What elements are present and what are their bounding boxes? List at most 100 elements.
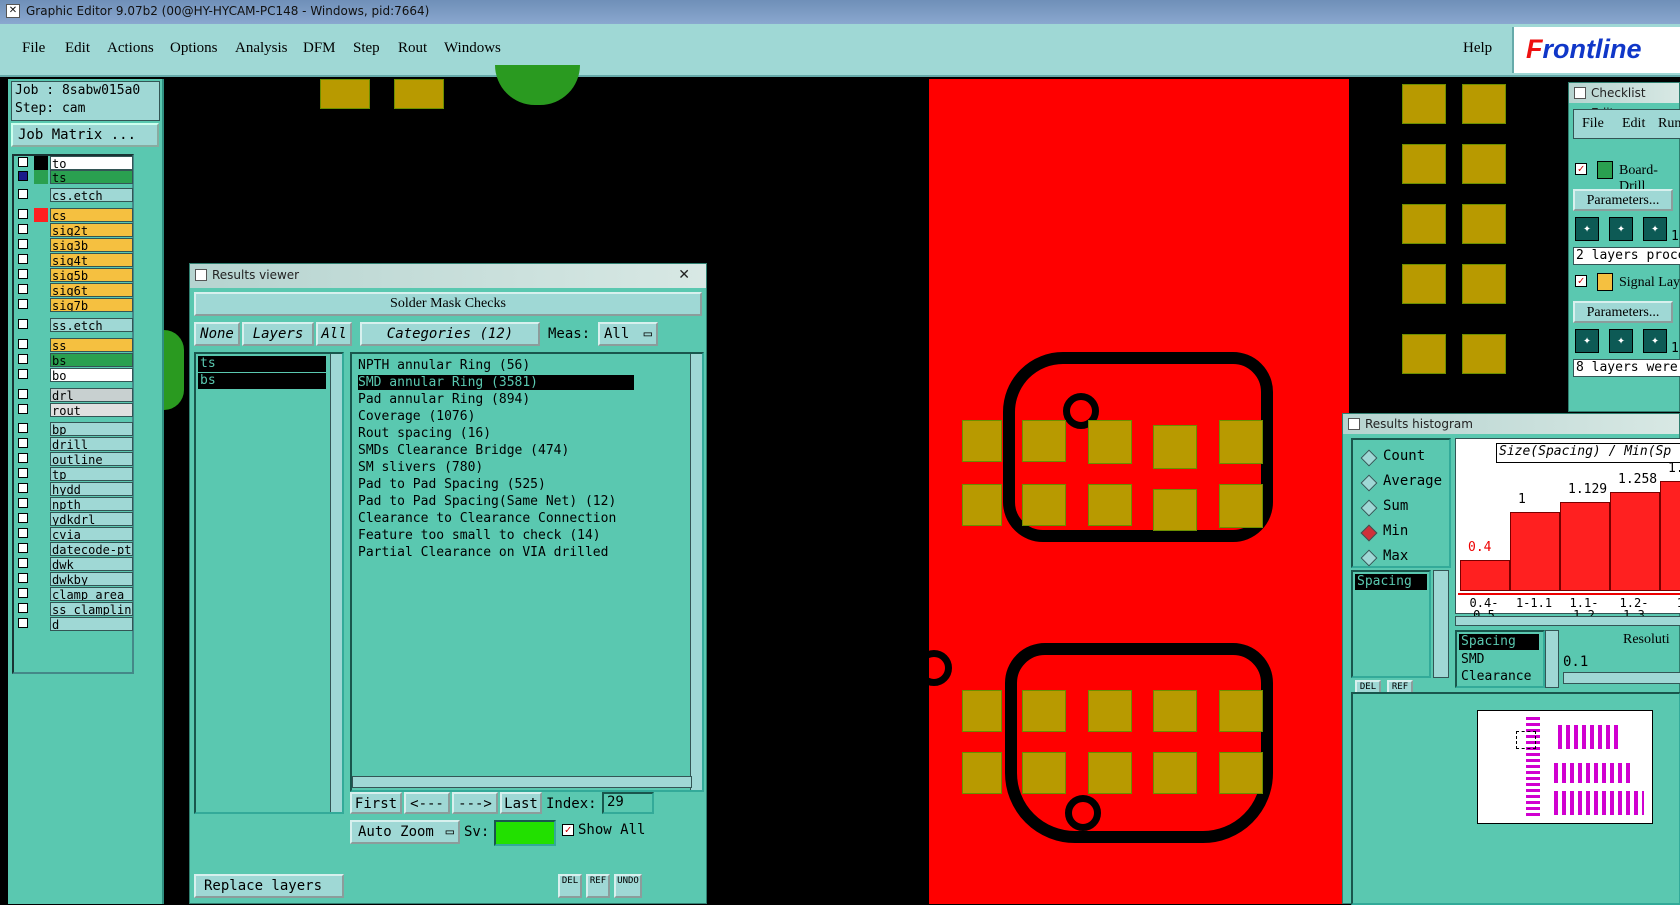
layer-checkbox[interactable]: [18, 354, 28, 364]
layer-name[interactable]: ss_clamplin: [50, 602, 133, 616]
list-item[interactable]: Spacing: [1355, 574, 1427, 590]
none-button[interactable]: None: [194, 322, 240, 346]
ref-button[interactable]: REF: [586, 874, 610, 898]
sv-color-dropdown[interactable]: [494, 820, 556, 846]
radio-min[interactable]: [1360, 524, 1378, 542]
category-item[interactable]: Pad annular Ring (894): [358, 392, 530, 407]
layer-checkbox[interactable]: [18, 189, 28, 199]
spacing-list[interactable]: Spacing: [1351, 570, 1431, 678]
layer-name[interactable]: rout: [50, 403, 133, 417]
menu-file[interactable]: File: [22, 40, 45, 57]
layer-name[interactable]: cvia: [50, 527, 133, 541]
layer-name[interactable]: sig4t: [50, 253, 133, 267]
category-item[interactable]: Feature too small to check (14): [358, 528, 601, 543]
layer-checkbox[interactable]: [18, 339, 28, 349]
menu-help[interactable]: Help: [1463, 40, 1492, 57]
layer-name[interactable]: ss: [50, 338, 133, 352]
layer-name[interactable]: ydkdrl: [50, 512, 133, 526]
close-icon[interactable]: ✕: [678, 264, 690, 287]
menu-options[interactable]: Options: [170, 40, 218, 57]
histogram-bar[interactable]: [1610, 492, 1660, 591]
histogram-titlebar[interactable]: Results histogram: [1343, 414, 1679, 434]
layer-name[interactable]: sig6t: [50, 283, 133, 297]
layer-name[interactable]: ss.etch: [50, 318, 133, 332]
category-item[interactable]: Clearance to Clearance Connection: [358, 511, 616, 526]
menu-dfm[interactable]: DFM: [303, 40, 336, 57]
list-item[interactable]: SMD: [1459, 652, 1484, 667]
radio-count[interactable]: [1360, 449, 1378, 467]
layer-name[interactable]: outline: [50, 452, 133, 466]
replace-layers-button[interactable]: Replace layers: [194, 874, 344, 898]
list-item[interactable]: Spacing: [1459, 634, 1539, 650]
category-item[interactable]: Rout spacing (16): [358, 426, 491, 441]
list-item[interactable]: bs: [198, 373, 326, 389]
layer-checkbox[interactable]: [18, 404, 28, 414]
layer-name[interactable]: bs: [50, 353, 133, 367]
layer-name[interactable]: drl: [50, 388, 133, 402]
radio-max[interactable]: [1360, 549, 1378, 567]
parameters-button-1[interactable]: Parameters...: [1573, 189, 1673, 211]
layer-name[interactable]: dwkby: [50, 572, 133, 586]
layer-name[interactable]: dwk: [50, 557, 133, 571]
category-item[interactable]: Pad to Pad Spacing(Same Net) (12): [358, 494, 616, 509]
scrollbar[interactable]: [1433, 570, 1449, 678]
category-item[interactable]: NPTH annular Ring (56): [358, 358, 530, 373]
prev-button[interactable]: <---: [404, 792, 450, 814]
all-layers-button[interactable]: All: [316, 322, 352, 346]
layer-name[interactable]: sig3b: [50, 238, 133, 252]
radio-sum[interactable]: [1360, 499, 1378, 517]
layer-name[interactable]: hydd: [50, 482, 133, 496]
resolution-slider[interactable]: [1563, 672, 1680, 684]
layer-name[interactable]: sig2t: [50, 223, 133, 237]
layer-checkbox[interactable]: [18, 483, 28, 493]
run-icon[interactable]: ✦: [1609, 217, 1633, 241]
layer-checkbox[interactable]: [18, 603, 28, 613]
histogram-bar[interactable]: [1460, 560, 1510, 591]
menu-step[interactable]: Step: [353, 40, 380, 57]
radio-average[interactable]: [1360, 474, 1378, 492]
category-item[interactable]: Pad to Pad Spacing (525): [358, 477, 546, 492]
undo-button[interactable]: UNDO: [614, 874, 642, 898]
layer-name[interactable]: datecode-pt: [50, 542, 133, 556]
layer-checkbox[interactable]: [18, 528, 28, 538]
run-icon[interactable]: ✦: [1575, 329, 1599, 353]
layer-checkbox[interactable]: [18, 369, 28, 379]
layer-checkbox[interactable]: [18, 588, 28, 598]
checklist-menu-run[interactable]: Run: [1658, 110, 1680, 138]
horizontal-scrollbar[interactable]: [352, 776, 692, 788]
menu-windows[interactable]: Windows: [444, 40, 501, 57]
first-button[interactable]: First: [350, 792, 402, 814]
checklist-titlebar[interactable]: Checklist Editor: [1569, 83, 1679, 120]
layer-checkbox[interactable]: [18, 254, 28, 264]
scrollbar[interactable]: [330, 354, 342, 812]
scrollbar[interactable]: [690, 354, 702, 790]
scrollbar[interactable]: [1545, 630, 1559, 688]
viewport-marker[interactable]: [1516, 731, 1536, 749]
parameters-button-2[interactable]: Parameters...: [1573, 301, 1673, 323]
categories-button[interactable]: Categories (12): [360, 322, 540, 346]
layer-checkbox[interactable]: [18, 513, 28, 523]
layer-checkbox[interactable]: [18, 498, 28, 508]
results-viewer-titlebar[interactable]: Results viewer ✕: [190, 264, 706, 288]
layer-checkbox[interactable]: [18, 468, 28, 478]
checklist-menu-file[interactable]: File: [1582, 110, 1604, 138]
category-item[interactable]: Coverage (1076): [358, 409, 475, 424]
layer-checkbox[interactable]: [18, 299, 28, 309]
layer-name[interactable]: bo: [50, 368, 133, 382]
job-matrix-button[interactable]: Job Matrix ...: [11, 123, 159, 147]
menu-actions[interactable]: Actions: [107, 40, 154, 57]
layer-checkbox[interactable]: [18, 438, 28, 448]
layer-checkbox[interactable]: [18, 573, 28, 583]
layer-name[interactable]: npth: [50, 497, 133, 511]
layer-name[interactable]: sig7b: [50, 298, 133, 312]
layer-name[interactable]: ts: [50, 170, 133, 184]
layer-checkbox[interactable]: [18, 543, 28, 553]
layer-checkbox[interactable]: [18, 171, 28, 181]
layer-checkbox[interactable]: [18, 389, 28, 399]
layer-name[interactable]: to: [50, 156, 133, 170]
layer-results-list[interactable]: ts bs: [194, 352, 344, 814]
list-item[interactable]: ts: [198, 356, 326, 372]
layer-name[interactable]: sig5b: [50, 268, 133, 282]
measure-list[interactable]: Spacing SMD Clearance: [1455, 630, 1545, 688]
menu-edit[interactable]: Edit: [65, 40, 90, 57]
